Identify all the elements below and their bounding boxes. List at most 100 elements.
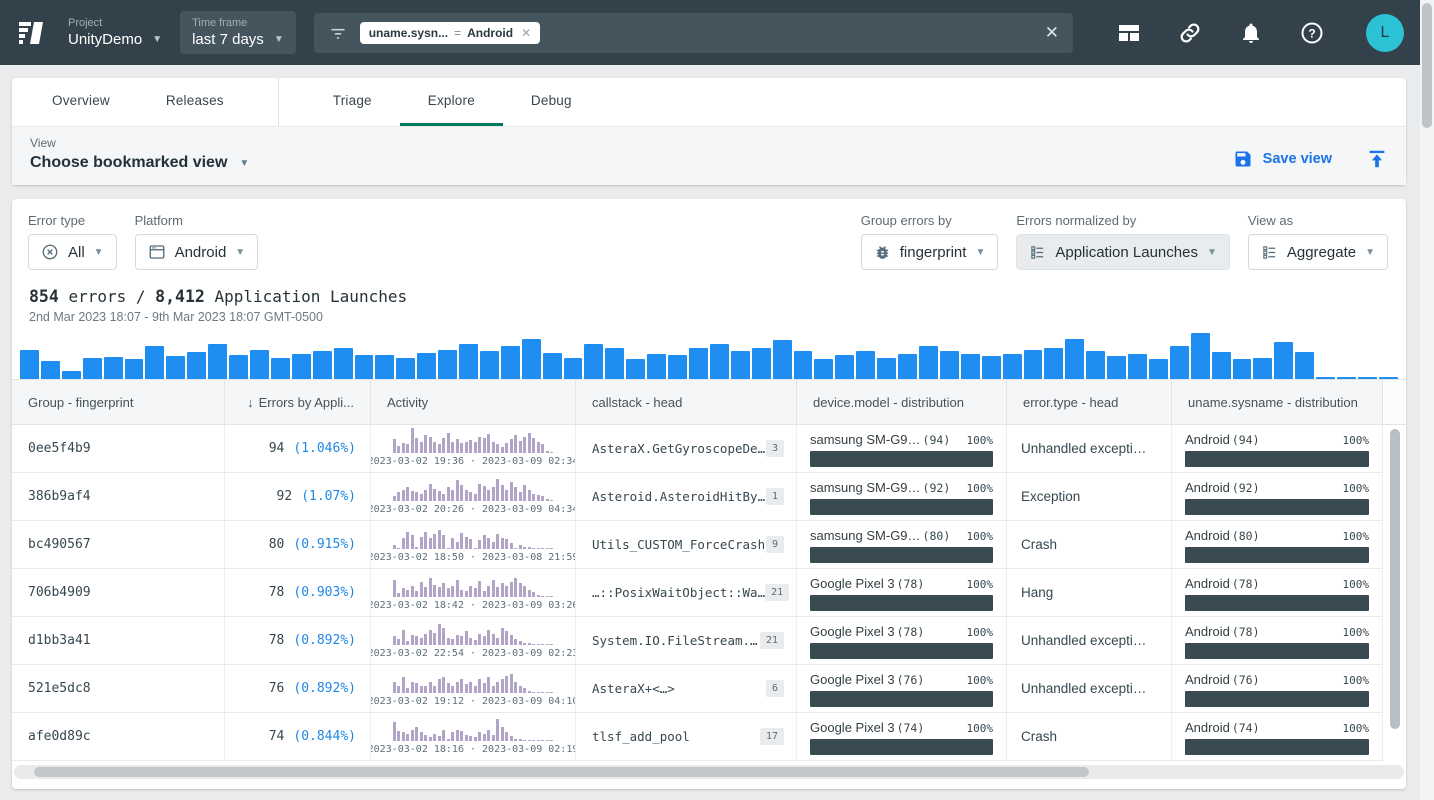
column-header[interactable]: Group - fingerprint — [12, 379, 225, 425]
histogram-bar[interactable] — [1253, 358, 1272, 379]
histogram-bar[interactable] — [396, 358, 415, 379]
table-row[interactable]: 386b9af492(1.07%)2023-03-02 20:26 · 2023… — [12, 473, 1406, 521]
histogram-bar[interactable] — [1212, 352, 1231, 379]
histogram-bar[interactable] — [794, 351, 813, 379]
histogram-bar[interactable] — [20, 350, 39, 379]
callstack-count-badge[interactable]: 6 — [766, 680, 784, 697]
histogram-bar[interactable] — [584, 344, 603, 379]
tab-triage[interactable]: Triage — [305, 78, 400, 126]
column-header[interactable]: ↓Errors by Appli... — [225, 379, 371, 425]
filter-clear-icon[interactable]: ✕ — [1045, 23, 1059, 43]
histogram-bar[interactable] — [1295, 352, 1314, 379]
histogram-bar[interactable] — [564, 358, 583, 379]
histogram-bar[interactable] — [856, 351, 875, 379]
histogram-bar[interactable] — [877, 358, 896, 379]
histogram-bar[interactable] — [919, 346, 938, 379]
callstack-count-badge[interactable]: 21 — [765, 584, 789, 601]
column-header[interactable]: error.type - head — [1007, 379, 1172, 425]
histogram-bar[interactable] — [125, 359, 144, 379]
histogram-bar[interactable] — [1149, 359, 1168, 379]
histogram-bar[interactable] — [898, 354, 917, 379]
user-avatar[interactable]: L — [1366, 14, 1404, 52]
histogram-bar[interactable] — [689, 348, 708, 379]
column-header[interactable]: device.model - distribution — [797, 379, 1007, 425]
callstack-count-badge[interactable]: 1 — [766, 488, 784, 505]
histogram-bar[interactable] — [773, 340, 792, 379]
histogram-bar[interactable] — [543, 353, 562, 379]
table-row[interactable]: d1bb3a4178(0.892%)2023-03-02 22:54 · 202… — [12, 617, 1406, 665]
histogram-bar[interactable] — [229, 355, 248, 379]
histogram-bar[interactable] — [62, 371, 81, 379]
filter-chip-remove-icon[interactable]: ✕ — [521, 26, 531, 40]
callstack-count-badge[interactable]: 21 — [760, 632, 784, 649]
histogram-bar[interactable] — [668, 355, 687, 379]
histogram-bar[interactable] — [1170, 346, 1189, 379]
horizontal-scrollbar[interactable] — [14, 765, 1404, 779]
group-by-select[interactable]: fingerprint ▼ — [861, 234, 999, 270]
table-row[interactable]: 0ee5f4b994(1.046%)2023-03-02 19:36 · 202… — [12, 425, 1406, 473]
collapse-top-icon[interactable] — [1366, 148, 1388, 170]
platform-select[interactable]: Android ▼ — [135, 234, 259, 270]
histogram-bar[interactable] — [1024, 350, 1043, 379]
histogram-bar[interactable] — [104, 357, 123, 379]
histogram-bar[interactable] — [166, 356, 185, 379]
bookmarked-view-select[interactable]: Choose bookmarked view ▼ — [30, 154, 249, 172]
horizontal-scrollbar-thumb[interactable] — [34, 767, 1089, 777]
histogram-bar[interactable] — [626, 359, 645, 379]
histogram-bar[interactable] — [145, 346, 164, 379]
fingerprint-cell[interactable]: 0ee5f4b9 — [12, 425, 225, 473]
histogram-bar[interactable] — [501, 346, 520, 379]
table-row[interactable]: bc49056780(0.915%)2023-03-02 18:50 · 202… — [12, 521, 1406, 569]
tab-releases[interactable]: Releases — [138, 78, 252, 126]
histogram-bar[interactable] — [187, 352, 206, 379]
error-type-select[interactable]: All ▼ — [28, 234, 117, 270]
link-icon[interactable] — [1178, 21, 1202, 45]
histogram-bar[interactable] — [752, 348, 771, 379]
fingerprint-cell[interactable]: 521e5dc8 — [12, 665, 225, 713]
histogram-bar[interactable] — [961, 354, 980, 379]
histogram-bar[interactable] — [41, 361, 60, 379]
histogram-bar[interactable] — [438, 350, 457, 379]
histogram-bar[interactable] — [208, 344, 227, 379]
table-row[interactable]: afe0d89c74(0.844%)2023-03-02 18:16 · 202… — [12, 713, 1406, 761]
histogram-bar[interactable] — [522, 339, 541, 379]
histogram-bar[interactable] — [1128, 354, 1147, 379]
tab-explore[interactable]: Explore — [400, 78, 503, 126]
fingerprint-cell[interactable]: 706b4909 — [12, 569, 225, 617]
histogram-bar[interactable] — [1086, 351, 1105, 379]
histogram-bar[interactable] — [1065, 339, 1084, 379]
histogram-bar[interactable] — [1107, 356, 1126, 379]
histogram-bar[interactable] — [1003, 354, 1022, 379]
histogram-bar[interactable] — [459, 344, 478, 379]
table-row[interactable]: 706b490978(0.903%)2023-03-02 18:42 · 202… — [12, 569, 1406, 617]
help-icon[interactable]: ? — [1300, 21, 1324, 45]
histogram-bar[interactable] — [313, 351, 332, 379]
histogram-bar[interactable] — [835, 355, 854, 379]
fingerprint-cell[interactable]: 386b9af4 — [12, 473, 225, 521]
view-as-select[interactable]: Aggregate ▼ — [1248, 234, 1388, 270]
histogram-bar[interactable] — [647, 354, 666, 379]
column-header[interactable]: uname.sysname - distribution — [1172, 379, 1383, 425]
histogram-bar[interactable] — [271, 358, 290, 379]
histogram-bar[interactable] — [605, 348, 624, 379]
histogram-bar[interactable] — [250, 350, 269, 379]
callstack-count-badge[interactable]: 17 — [760, 728, 784, 745]
column-header[interactable]: callstack - head — [576, 379, 797, 425]
histogram-bar[interactable] — [480, 351, 499, 379]
histogram-bar[interactable] — [375, 355, 394, 379]
histogram-bar[interactable] — [334, 348, 353, 379]
histogram-bar[interactable] — [940, 351, 959, 379]
histogram-bar[interactable] — [83, 358, 102, 379]
histogram-bar[interactable] — [1044, 348, 1063, 379]
histogram-bar[interactable] — [731, 351, 750, 379]
histogram-bar[interactable] — [292, 354, 311, 379]
callstack-count-badge[interactable]: 9 — [766, 536, 784, 553]
tab-overview[interactable]: Overview — [24, 78, 138, 126]
histogram-bar[interactable] — [814, 359, 833, 379]
callstack-count-badge[interactable]: 3 — [766, 440, 784, 457]
fingerprint-cell[interactable]: bc490567 — [12, 521, 225, 569]
histogram-bar[interactable] — [982, 356, 1001, 379]
normalized-by-select[interactable]: Application Launches ▼ — [1016, 234, 1230, 270]
backtrace-logo[interactable] — [16, 18, 46, 48]
dashboard-layout-icon[interactable] — [1117, 21, 1141, 45]
